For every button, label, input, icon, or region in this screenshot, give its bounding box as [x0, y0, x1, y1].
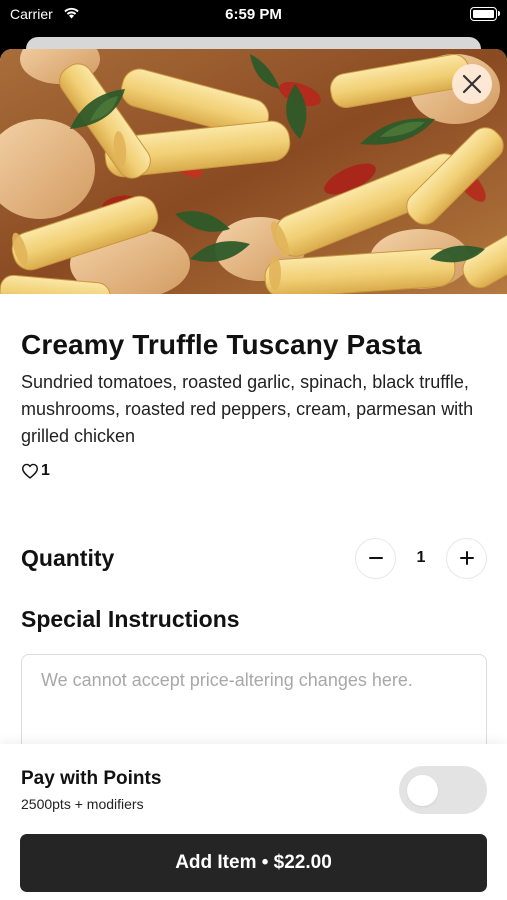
- heart-icon: [22, 463, 38, 479]
- item-description: Sundried tomatoes, roasted garlic, spina…: [21, 372, 474, 446]
- points-cost: 2500pts + modifiers: [21, 796, 144, 812]
- item-title: Creamy Truffle Tuscany Pasta: [21, 329, 422, 360]
- battery-icon: [470, 7, 500, 21]
- add-item-button[interactable]: Add Item • $22.00: [20, 834, 487, 892]
- quantity-stepper: 1: [355, 537, 487, 579]
- special-instructions-label: Special Instructions: [21, 606, 240, 632]
- status-bar: Carrier 6:59 PM: [0, 0, 507, 30]
- quantity-label: Quantity: [21, 545, 115, 571]
- clock: 6:59 PM: [225, 6, 282, 23]
- increase-quantity-button[interactable]: [446, 537, 487, 579]
- quantity-value: 1: [416, 549, 426, 566]
- likes-indicator[interactable]: 1: [21, 461, 50, 481]
- pay-with-points-label: Pay with Points: [21, 768, 162, 789]
- pay-with-points-toggle[interactable]: [399, 766, 487, 814]
- plus-icon: [459, 551, 474, 565]
- close-button[interactable]: [452, 64, 492, 104]
- decrease-quantity-button[interactable]: [355, 537, 396, 579]
- checkout-panel: Pay with Points 2500pts + modifiers Add …: [0, 744, 507, 900]
- likes-count: 1: [41, 462, 50, 479]
- minus-icon: [368, 557, 383, 559]
- item-detail-modal: Creamy Truffle Tuscany Pasta Sundried to…: [0, 49, 507, 900]
- pasta-photo: [0, 49, 507, 294]
- close-icon: [462, 74, 482, 94]
- toggle-knob: [407, 775, 438, 806]
